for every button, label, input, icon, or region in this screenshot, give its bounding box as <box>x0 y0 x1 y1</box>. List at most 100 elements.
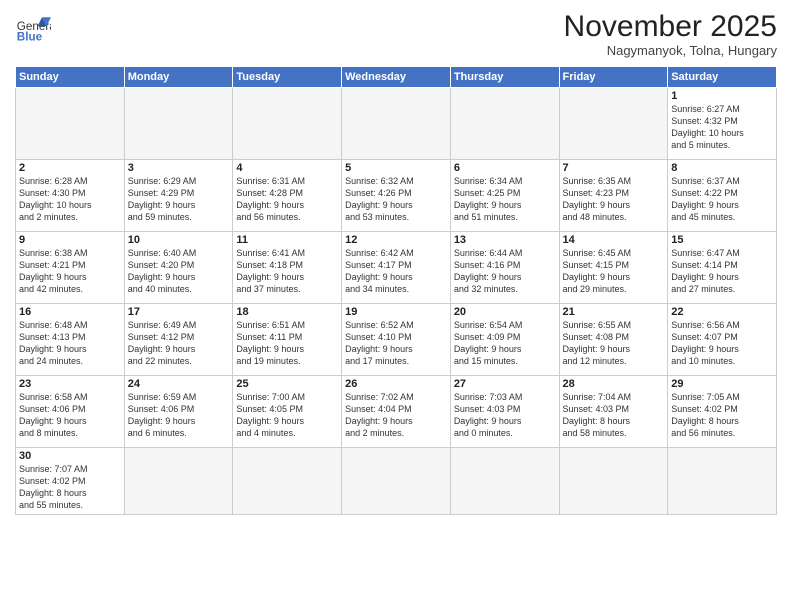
day-number: 6 <box>454 162 556 174</box>
calendar-week-3: 9Sunrise: 6:38 AM Sunset: 4:21 PM Daylig… <box>16 232 777 304</box>
day-info: Sunrise: 6:32 AM Sunset: 4:26 PM Dayligh… <box>345 175 447 224</box>
table-row: 28Sunrise: 7:04 AM Sunset: 4:03 PM Dayli… <box>559 376 668 448</box>
header: General Blue November 2025 Nagymanyok, T… <box>15 10 777 58</box>
table-row <box>233 88 342 160</box>
table-row: 19Sunrise: 6:52 AM Sunset: 4:10 PM Dayli… <box>342 304 451 376</box>
day-info: Sunrise: 6:47 AM Sunset: 4:14 PM Dayligh… <box>671 247 773 296</box>
day-number: 5 <box>345 162 447 174</box>
day-info: Sunrise: 6:55 AM Sunset: 4:08 PM Dayligh… <box>563 319 665 368</box>
day-number: 16 <box>19 306 121 318</box>
calendar-week-5: 23Sunrise: 6:58 AM Sunset: 4:06 PM Dayli… <box>16 376 777 448</box>
table-row: 18Sunrise: 6:51 AM Sunset: 4:11 PM Dayli… <box>233 304 342 376</box>
day-number: 1 <box>671 90 773 102</box>
table-row <box>559 448 668 515</box>
table-row <box>450 448 559 515</box>
day-number: 18 <box>236 306 338 318</box>
day-info: Sunrise: 6:48 AM Sunset: 4:13 PM Dayligh… <box>19 319 121 368</box>
day-number: 24 <box>128 378 230 390</box>
day-number: 11 <box>236 234 338 246</box>
table-row <box>124 448 233 515</box>
calendar-week-1: 1Sunrise: 6:27 AM Sunset: 4:32 PM Daylig… <box>16 88 777 160</box>
table-row: 17Sunrise: 6:49 AM Sunset: 4:12 PM Dayli… <box>124 304 233 376</box>
day-number: 25 <box>236 378 338 390</box>
table-row: 7Sunrise: 6:35 AM Sunset: 4:23 PM Daylig… <box>559 160 668 232</box>
day-number: 12 <box>345 234 447 246</box>
day-number: 21 <box>563 306 665 318</box>
table-row: 3Sunrise: 6:29 AM Sunset: 4:29 PM Daylig… <box>124 160 233 232</box>
table-row: 13Sunrise: 6:44 AM Sunset: 4:16 PM Dayli… <box>450 232 559 304</box>
day-info: Sunrise: 7:07 AM Sunset: 4:02 PM Dayligh… <box>19 463 121 512</box>
calendar: Sunday Monday Tuesday Wednesday Thursday… <box>15 66 777 515</box>
table-row: 12Sunrise: 6:42 AM Sunset: 4:17 PM Dayli… <box>342 232 451 304</box>
page: General Blue November 2025 Nagymanyok, T… <box>0 0 792 612</box>
table-row: 24Sunrise: 6:59 AM Sunset: 4:06 PM Dayli… <box>124 376 233 448</box>
header-monday: Monday <box>124 67 233 88</box>
day-info: Sunrise: 6:56 AM Sunset: 4:07 PM Dayligh… <box>671 319 773 368</box>
table-row: 21Sunrise: 6:55 AM Sunset: 4:08 PM Dayli… <box>559 304 668 376</box>
day-number: 15 <box>671 234 773 246</box>
table-row: 11Sunrise: 6:41 AM Sunset: 4:18 PM Dayli… <box>233 232 342 304</box>
table-row <box>450 88 559 160</box>
table-row: 26Sunrise: 7:02 AM Sunset: 4:04 PM Dayli… <box>342 376 451 448</box>
day-info: Sunrise: 6:28 AM Sunset: 4:30 PM Dayligh… <box>19 175 121 224</box>
day-info: Sunrise: 6:59 AM Sunset: 4:06 PM Dayligh… <box>128 391 230 440</box>
table-row: 27Sunrise: 7:03 AM Sunset: 4:03 PM Dayli… <box>450 376 559 448</box>
day-info: Sunrise: 6:31 AM Sunset: 4:28 PM Dayligh… <box>236 175 338 224</box>
table-row <box>559 88 668 160</box>
day-info: Sunrise: 7:00 AM Sunset: 4:05 PM Dayligh… <box>236 391 338 440</box>
table-row: 29Sunrise: 7:05 AM Sunset: 4:02 PM Dayli… <box>668 376 777 448</box>
svg-text:Blue: Blue <box>17 31 43 44</box>
day-info: Sunrise: 6:51 AM Sunset: 4:11 PM Dayligh… <box>236 319 338 368</box>
day-number: 27 <box>454 378 556 390</box>
day-number: 14 <box>563 234 665 246</box>
day-info: Sunrise: 7:04 AM Sunset: 4:03 PM Dayligh… <box>563 391 665 440</box>
table-row <box>342 448 451 515</box>
day-number: 4 <box>236 162 338 174</box>
day-info: Sunrise: 7:02 AM Sunset: 4:04 PM Dayligh… <box>345 391 447 440</box>
table-row: 15Sunrise: 6:47 AM Sunset: 4:14 PM Dayli… <box>668 232 777 304</box>
day-info: Sunrise: 6:58 AM Sunset: 4:06 PM Dayligh… <box>19 391 121 440</box>
day-number: 10 <box>128 234 230 246</box>
table-row <box>342 88 451 160</box>
day-number: 17 <box>128 306 230 318</box>
header-friday: Friday <box>559 67 668 88</box>
day-number: 29 <box>671 378 773 390</box>
day-number: 22 <box>671 306 773 318</box>
table-row: 23Sunrise: 6:58 AM Sunset: 4:06 PM Dayli… <box>16 376 125 448</box>
day-number: 9 <box>19 234 121 246</box>
day-info: Sunrise: 6:45 AM Sunset: 4:15 PM Dayligh… <box>563 247 665 296</box>
table-row: 14Sunrise: 6:45 AM Sunset: 4:15 PM Dayli… <box>559 232 668 304</box>
day-info: Sunrise: 6:29 AM Sunset: 4:29 PM Dayligh… <box>128 175 230 224</box>
table-row: 30Sunrise: 7:07 AM Sunset: 4:02 PM Dayli… <box>16 448 125 515</box>
day-number: 13 <box>454 234 556 246</box>
table-row: 25Sunrise: 7:00 AM Sunset: 4:05 PM Dayli… <box>233 376 342 448</box>
logo: General Blue <box>15 10 51 46</box>
day-number: 7 <box>563 162 665 174</box>
table-row: 1Sunrise: 6:27 AM Sunset: 4:32 PM Daylig… <box>668 88 777 160</box>
day-info: Sunrise: 6:44 AM Sunset: 4:16 PM Dayligh… <box>454 247 556 296</box>
day-info: Sunrise: 6:52 AM Sunset: 4:10 PM Dayligh… <box>345 319 447 368</box>
table-row: 2Sunrise: 6:28 AM Sunset: 4:30 PM Daylig… <box>16 160 125 232</box>
calendar-week-4: 16Sunrise: 6:48 AM Sunset: 4:13 PM Dayli… <box>16 304 777 376</box>
table-row: 5Sunrise: 6:32 AM Sunset: 4:26 PM Daylig… <box>342 160 451 232</box>
table-row: 22Sunrise: 6:56 AM Sunset: 4:07 PM Dayli… <box>668 304 777 376</box>
day-info: Sunrise: 6:42 AM Sunset: 4:17 PM Dayligh… <box>345 247 447 296</box>
day-info: Sunrise: 6:40 AM Sunset: 4:20 PM Dayligh… <box>128 247 230 296</box>
day-info: Sunrise: 6:35 AM Sunset: 4:23 PM Dayligh… <box>563 175 665 224</box>
day-info: Sunrise: 6:41 AM Sunset: 4:18 PM Dayligh… <box>236 247 338 296</box>
day-number: 30 <box>19 450 121 462</box>
day-number: 23 <box>19 378 121 390</box>
day-number: 3 <box>128 162 230 174</box>
title-area: November 2025 Nagymanyok, Tolna, Hungary <box>564 10 777 58</box>
table-row: 8Sunrise: 6:37 AM Sunset: 4:22 PM Daylig… <box>668 160 777 232</box>
day-number: 26 <box>345 378 447 390</box>
generalblue-logo-icon: General Blue <box>15 10 51 46</box>
day-info: Sunrise: 6:54 AM Sunset: 4:09 PM Dayligh… <box>454 319 556 368</box>
month-title: November 2025 <box>564 10 777 43</box>
day-info: Sunrise: 6:38 AM Sunset: 4:21 PM Dayligh… <box>19 247 121 296</box>
day-info: Sunrise: 6:27 AM Sunset: 4:32 PM Dayligh… <box>671 103 773 152</box>
day-info: Sunrise: 6:49 AM Sunset: 4:12 PM Dayligh… <box>128 319 230 368</box>
table-row: 4Sunrise: 6:31 AM Sunset: 4:28 PM Daylig… <box>233 160 342 232</box>
table-row <box>233 448 342 515</box>
header-thursday: Thursday <box>450 67 559 88</box>
